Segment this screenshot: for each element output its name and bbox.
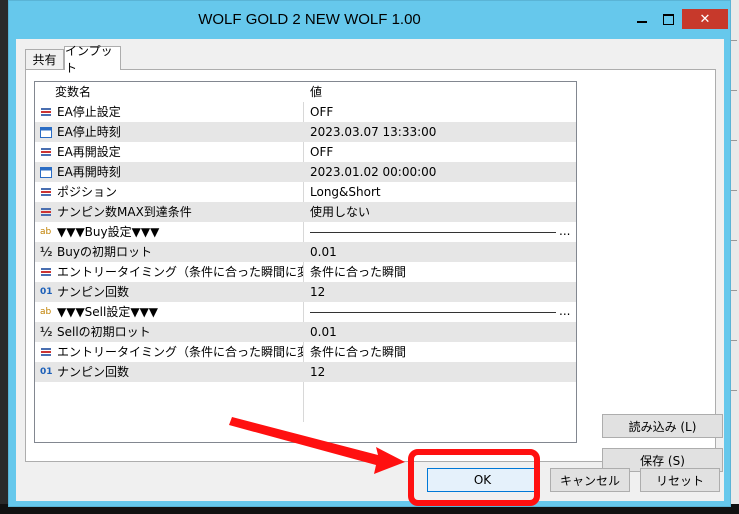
variable-name-cell: ポジション bbox=[57, 185, 118, 199]
variable-name-cell: ナンピン回数 bbox=[57, 285, 130, 299]
table-row[interactable]: エントリータイミング（条件に合った瞬間に変更す...条件に合った瞬間 bbox=[35, 342, 576, 362]
table-row[interactable]: 01 ナンピン回数 12 bbox=[35, 282, 576, 302]
inputs-tab-panel: 変数名 値 EA停止設定 OFF EA停止時刻 2023.03.07 13:33:00… bbox=[25, 69, 723, 472]
table-header: 変数名 値 bbox=[35, 82, 576, 102]
table-row[interactable]: ½ Buyの初期ロット 0.01 bbox=[35, 242, 576, 262]
value-cell[interactable]: ... bbox=[305, 222, 576, 242]
variable-name-cell: EA再開時刻 bbox=[57, 165, 121, 179]
annotation-highlight-box bbox=[408, 449, 540, 506]
value-ellipsis[interactable]: ... bbox=[559, 302, 570, 320]
value-cell[interactable]: ... bbox=[305, 302, 576, 322]
variable-name-cell: ナンピン回数 bbox=[57, 365, 130, 379]
variable-name-cell: EA停止時刻 bbox=[57, 125, 121, 139]
value-cell[interactable]: 12 bbox=[305, 282, 576, 302]
table-row[interactable]: EA停止時刻 2023.03.07 13:33:00 bbox=[35, 122, 576, 142]
close-button[interactable]: ✕ bbox=[682, 9, 728, 29]
variable-name-cell: Buyの初期ロット bbox=[57, 245, 152, 259]
variable-name-cell: ▼▼▼Buy設定▼▼▼ bbox=[57, 225, 160, 239]
variable-name-cell: エントリータイミング（条件に合った瞬間に変更す... bbox=[57, 265, 303, 279]
value-cell[interactable]: 12 bbox=[305, 362, 576, 382]
variable-name-cell: ナンピン数MAX到達条件 bbox=[57, 205, 192, 219]
table-row[interactable]: ½ Sellの初期ロット 0.01 bbox=[35, 322, 576, 342]
value-cell[interactable]: 0.01 bbox=[305, 242, 576, 262]
inputs-table: 変数名 値 EA停止設定 OFF EA停止時刻 2023.03.07 13:33:00… bbox=[34, 81, 577, 443]
variable-name-cell: エントリータイミング（条件に合った瞬間に変更す... bbox=[57, 345, 303, 359]
title-bar[interactable]: WOLF GOLD 2 NEW WOLF 1.00 ✕ bbox=[9, 1, 730, 39]
tab-common[interactable]: 共有 bbox=[25, 49, 64, 69]
minimize-button[interactable] bbox=[628, 9, 655, 29]
column-header-variable[interactable]: 変数名 bbox=[35, 82, 303, 102]
reset-button[interactable]: リセット bbox=[640, 468, 720, 492]
maximize-icon bbox=[663, 13, 674, 25]
value-cell[interactable]: 0.01 bbox=[305, 322, 576, 342]
table-row[interactable]: EA再開時刻 2023.01.02 00:00:00 bbox=[35, 162, 576, 182]
dialog-client-area: 共有 インプット 変数名 値 EA停止設定 OFF EA停止時刻 2023.03.07… bbox=[16, 39, 724, 501]
value-cell[interactable]: 2023.01.02 00:00:00 bbox=[305, 162, 576, 182]
table-row[interactable]: ab ▼▼▼Sell設定▼▼▼... bbox=[35, 302, 576, 322]
table-row[interactable]: EA停止設定 OFF bbox=[35, 102, 576, 122]
variable-name-cell: EA再開設定 bbox=[57, 145, 121, 159]
variable-name-cell: EA停止設定 bbox=[57, 105, 121, 119]
value-cell[interactable]: OFF bbox=[305, 142, 576, 162]
value-cell[interactable]: OFF bbox=[305, 102, 576, 122]
window-title: WOLF GOLD 2 NEW WOLF 1.00 bbox=[198, 11, 421, 28]
value-cell[interactable]: Long&Short bbox=[305, 182, 576, 202]
column-header-value[interactable]: 値 bbox=[305, 82, 576, 102]
ea-properties-dialog: WOLF GOLD 2 NEW WOLF 1.00 ✕ 共有 インプット 変数名… bbox=[8, 0, 731, 507]
cancel-button[interactable]: キャンセル bbox=[550, 468, 630, 492]
table-row[interactable]: エントリータイミング（条件に合った瞬間に変更す...条件に合った瞬間 bbox=[35, 262, 576, 282]
variable-name-cell: Sellの初期ロット bbox=[57, 325, 151, 339]
empty-value-line bbox=[310, 312, 556, 313]
value-cell[interactable]: 条件に合った瞬間 bbox=[305, 342, 576, 362]
close-icon: ✕ bbox=[699, 11, 711, 27]
value-cell[interactable]: 条件に合った瞬間 bbox=[305, 262, 576, 282]
table-row[interactable]: ポジション Long&Short bbox=[35, 182, 576, 202]
variable-name-cell: ▼▼▼Sell設定▼▼▼ bbox=[57, 305, 159, 319]
tab-inputs[interactable]: インプット bbox=[64, 44, 121, 75]
minimize-icon bbox=[636, 21, 647, 23]
table-row[interactable]: ナンピン数MAX到達条件 使用しない bbox=[35, 202, 576, 222]
table-row[interactable]: ab ▼▼▼Buy設定▼▼▼... bbox=[35, 222, 576, 242]
maximize-button[interactable] bbox=[655, 9, 682, 29]
table-row[interactable]: EA再開設定 OFF bbox=[35, 142, 576, 162]
empty-value-line bbox=[310, 232, 556, 233]
value-cell[interactable]: 使用しない bbox=[305, 202, 576, 222]
load-button[interactable]: 読み込み (L) bbox=[602, 414, 723, 438]
value-ellipsis[interactable]: ... bbox=[559, 222, 570, 240]
value-cell[interactable]: 2023.03.07 13:33:00 bbox=[305, 122, 576, 142]
table-row[interactable]: 01 ナンピン回数 12 bbox=[35, 362, 576, 382]
